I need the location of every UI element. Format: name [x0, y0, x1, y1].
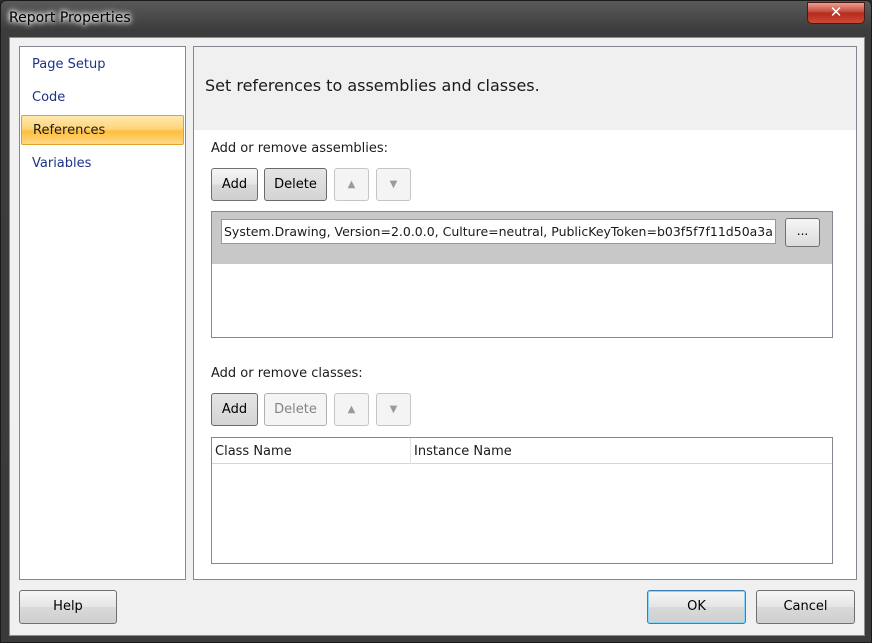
close-icon: ✕ — [829, 3, 843, 21]
button-label: Help — [53, 599, 83, 614]
nav-item-variables[interactable]: Variables — [21, 149, 184, 179]
help-button[interactable]: Help — [19, 590, 117, 624]
window-title: Report Properties — [9, 10, 131, 26]
navigation-list: Page Setup Code References Variables — [19, 46, 186, 580]
grid-header: Class Name Instance Name — [212, 438, 832, 464]
nav-item-label: Page Setup — [32, 57, 106, 72]
nav-item-label: Code — [32, 90, 66, 105]
close-button[interactable]: ✕ — [807, 2, 865, 24]
report-properties-dialog: Report Properties ✕ Page Setup Code Refe… — [0, 0, 872, 643]
arrow-down-icon: ▼ — [389, 179, 398, 190]
nav-item-references[interactable]: References — [21, 115, 184, 145]
column-header-instance-name[interactable]: Instance Name — [414, 444, 512, 459]
nav-item-page-setup[interactable]: Page Setup — [21, 50, 184, 80]
button-label: OK — [687, 599, 706, 614]
classes-label: Add or remove classes: — [211, 366, 363, 381]
move-assembly-down-button[interactable]: ▼ — [376, 168, 411, 201]
assemblies-list[interactable]: System.Drawing, Version=2.0.0.0, Culture… — [211, 211, 833, 338]
nav-item-label: References — [33, 123, 106, 138]
arrow-up-icon: ▲ — [347, 179, 356, 190]
classes-grid[interactable]: Class Name Instance Name — [211, 437, 833, 564]
title-bar[interactable]: Report Properties ✕ — [1, 1, 871, 37]
delete-class-button[interactable]: Delete — [264, 393, 327, 426]
button-label: Delete — [274, 177, 317, 192]
arrow-up-icon: ▲ — [347, 404, 356, 415]
assembly-name-input[interactable]: System.Drawing, Version=2.0.0.0, Culture… — [221, 219, 776, 244]
move-class-up-button[interactable]: ▲ — [334, 393, 369, 426]
add-class-button[interactable]: Add — [211, 393, 258, 426]
references-panel: Set references to assemblies and classes… — [193, 46, 857, 580]
ok-button[interactable]: OK — [647, 590, 746, 624]
panel-header: Set references to assemblies and classes… — [194, 47, 856, 130]
assemblies-label: Add or remove assemblies: — [211, 141, 389, 156]
delete-assembly-button[interactable]: Delete — [264, 168, 327, 201]
browse-assembly-button[interactable]: ... — [785, 218, 820, 247]
panel-header-text: Set references to assemblies and classes… — [205, 76, 540, 95]
arrow-down-icon: ▼ — [389, 404, 398, 415]
column-header-class-name[interactable]: Class Name — [215, 444, 292, 459]
button-label: Add — [221, 177, 248, 192]
button-label: Cancel — [783, 599, 828, 614]
button-label: Delete — [274, 402, 317, 417]
move-assembly-up-button[interactable]: ▲ — [334, 168, 369, 201]
move-class-down-button[interactable]: ▼ — [376, 393, 411, 426]
nav-item-code[interactable]: Code — [21, 83, 184, 113]
assembly-row[interactable]: System.Drawing, Version=2.0.0.0, Culture… — [212, 212, 832, 264]
add-assembly-button[interactable]: Add — [211, 168, 258, 201]
nav-item-label: Variables — [32, 156, 92, 171]
button-label: Add — [221, 402, 248, 417]
cancel-button[interactable]: Cancel — [756, 590, 855, 624]
dialog-client-area: Page Setup Code References Variables Set… — [9, 37, 865, 636]
column-divider[interactable] — [410, 438, 411, 464]
